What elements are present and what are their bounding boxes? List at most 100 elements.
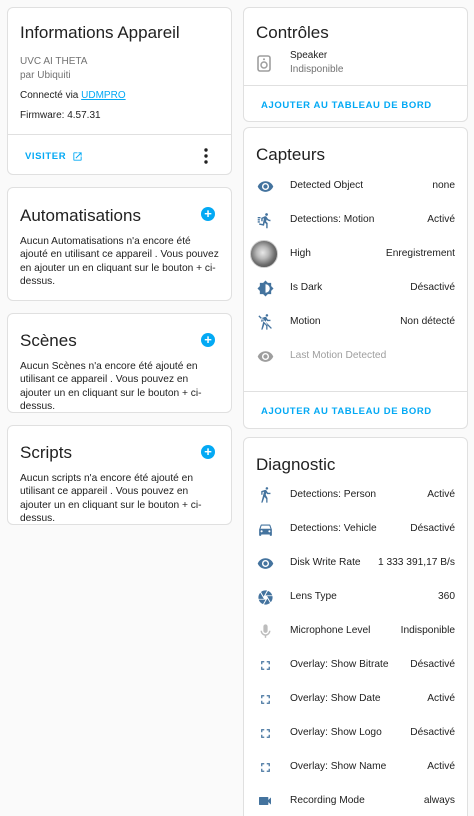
diagnostic-name: Lens Type xyxy=(290,591,337,602)
udmpro-link[interactable]: UDMPRO xyxy=(81,90,125,101)
microphone-icon xyxy=(256,622,274,640)
connected-via: Connecté via UDMPRO xyxy=(20,90,126,101)
fullscreen-icon xyxy=(256,758,274,776)
speaker-state: Indisponible xyxy=(290,64,344,75)
fullscreen-icon xyxy=(256,656,274,674)
eye-icon xyxy=(256,554,274,572)
diagnostic-name: Disk Write Rate xyxy=(290,557,361,568)
device-info-actions: VISITER xyxy=(8,134,231,174)
speaker-row[interactable]: Speaker Indisponible xyxy=(244,46,467,80)
diagnostic-row[interactable]: Disk Write Rate 1 333 391,17 B/s xyxy=(244,546,467,580)
scripts-title: Scripts xyxy=(20,443,72,462)
open-in-new-icon xyxy=(72,151,83,162)
diagnostic-row[interactable]: Overlay: Show Date Activé xyxy=(244,682,467,716)
sensor-name: Motion xyxy=(290,316,321,327)
aperture-icon xyxy=(256,588,274,606)
add-scene-button[interactable]: + xyxy=(201,333,215,347)
add-script-button[interactable]: + xyxy=(201,445,215,459)
sensors-actions: AJOUTER AU TABLEAU DE BORD xyxy=(244,391,467,428)
diagnostic-name: Overlay: Show Bitrate xyxy=(290,659,389,670)
sensor-row-last-motion[interactable]: Last Motion Detected xyxy=(244,339,467,373)
diagnostic-row[interactable]: Detections: Vehicle Désactivé xyxy=(244,512,467,546)
visit-button[interactable]: VISITER xyxy=(25,151,83,162)
sensors-card: Capteurs Detected Object none Detections… xyxy=(243,127,468,429)
controls-title: Contrôles xyxy=(256,23,329,42)
diagnostic-name: Microphone Level xyxy=(290,625,371,636)
eye-icon xyxy=(256,177,274,195)
sensor-name: High xyxy=(290,248,311,259)
walk-off-icon xyxy=(256,313,274,331)
diagnostic-value: always xyxy=(423,795,455,806)
firmware-version: Firmware: 4.57.31 xyxy=(20,110,101,121)
controls-card: Contrôles Speaker Indisponible AJOUTER A… xyxy=(243,7,468,122)
motion-run-icon xyxy=(256,211,274,229)
diagnostic-row[interactable]: Overlay: Show Bitrate Désactivé xyxy=(244,648,467,682)
sensor-value: Activé xyxy=(427,214,455,225)
sensor-value: Désactivé xyxy=(410,282,455,293)
sensor-value: Non détecté xyxy=(400,316,455,327)
scripts-empty-text: Aucun scripts n'a encore été ajouté en u… xyxy=(20,473,202,525)
controls-add-to-dashboard-button[interactable]: AJOUTER AU TABLEAU DE BORD xyxy=(261,100,432,111)
diagnostic-value: Indisponible xyxy=(400,625,455,636)
controls-actions: AJOUTER AU TABLEAU DE BORD xyxy=(244,85,467,121)
diagnostic-row[interactable]: Overlay: Show Name Activé xyxy=(244,750,467,784)
brightness-icon xyxy=(256,279,274,297)
sensors-add-to-dashboard-button[interactable]: AJOUTER AU TABLEAU DE BORD xyxy=(261,406,432,417)
diagnostic-name: Overlay: Show Name xyxy=(290,761,387,772)
scenes-empty-text: Aucun Scènes n'a encore été ajouté en ut… xyxy=(20,361,202,413)
sensor-row-detections-motion[interactable]: Detections: Motion Activé xyxy=(244,203,467,237)
diagnostic-value: Désactivé xyxy=(410,523,455,534)
diagnostic-value: 1 333 391,17 B/s xyxy=(377,557,455,568)
scenes-card: Scènes + Aucun Scènes n'a encore été ajo… xyxy=(7,313,232,413)
sensor-name: Last Motion Detected xyxy=(290,350,387,361)
diagnostic-row[interactable]: Overlay: Show Logo Désactivé xyxy=(244,716,467,750)
diagnostic-title: Diagnostic xyxy=(256,455,336,474)
diagnostic-name: Overlay: Show Date xyxy=(290,693,381,704)
diagnostic-value: 360 xyxy=(438,591,455,602)
fullscreen-icon xyxy=(256,724,274,742)
device-info-title: Informations Appareil xyxy=(20,23,180,42)
sensor-row-high[interactable]: High Enregistrement xyxy=(244,237,467,271)
diagnostic-row[interactable]: Lens Type 360 xyxy=(244,580,467,614)
walk-icon xyxy=(256,486,274,504)
diagnostic-name: Overlay: Show Logo xyxy=(290,727,382,738)
diagnostic-value: Activé xyxy=(427,761,455,772)
diagnostic-value: Activé xyxy=(427,693,455,704)
add-automation-button[interactable]: + xyxy=(201,207,215,221)
sensors-title: Capteurs xyxy=(256,145,325,164)
more-menu-icon[interactable] xyxy=(203,147,209,165)
sensor-row-is-dark[interactable]: Is Dark Désactivé xyxy=(244,271,467,305)
sensor-value: none xyxy=(432,180,455,191)
diagnostic-card: Diagnostic Detections: Person Activé Det… xyxy=(243,437,468,816)
car-icon xyxy=(256,520,274,538)
diagnostic-row[interactable]: Detections: Person Activé xyxy=(244,478,467,512)
eye-icon xyxy=(256,347,274,365)
video-icon xyxy=(256,792,274,810)
sensor-name: Is Dark xyxy=(290,282,323,293)
speaker-icon xyxy=(257,55,271,72)
device-info-card: Informations Appareil UVC AI THETA par U… xyxy=(7,7,232,175)
diagnostic-row[interactable]: Recording Mode always xyxy=(244,784,467,816)
diagnostic-name: Detections: Person xyxy=(290,489,377,500)
device-manufacturer: par Ubiquiti xyxy=(20,70,71,81)
diagnostic-value: Désactivé xyxy=(410,727,455,738)
diagnostic-name: Detections: Vehicle xyxy=(290,523,377,534)
automations-empty-text: Aucun Automatisations n'a encore été ajo… xyxy=(20,236,219,288)
diagnostic-name: Recording Mode xyxy=(290,795,365,806)
connected-via-label: Connecté via xyxy=(20,90,82,101)
scripts-card: Scripts + Aucun scripts n'a encore été a… xyxy=(7,425,232,525)
automations-card: Automatisations + Aucun Automatisations … xyxy=(7,187,232,301)
device-model: UVC AI THETA xyxy=(20,56,88,67)
speaker-name: Speaker xyxy=(290,50,328,61)
sensor-name: Detections: Motion xyxy=(290,214,375,225)
diagnostic-row[interactable]: Microphone Level Indisponible xyxy=(244,614,467,648)
automations-title: Automatisations xyxy=(20,206,141,225)
diagnostic-value: Activé xyxy=(427,489,455,500)
sensor-value: Enregistrement xyxy=(385,248,455,259)
visit-label: VISITER xyxy=(25,151,67,162)
camera-thumbnail xyxy=(250,240,278,268)
sensor-row-motion[interactable]: Motion Non détecté xyxy=(244,305,467,339)
sensor-row-detected-object[interactable]: Detected Object none xyxy=(244,169,467,203)
fullscreen-icon xyxy=(256,690,274,708)
diagnostic-value: Désactivé xyxy=(410,659,455,670)
